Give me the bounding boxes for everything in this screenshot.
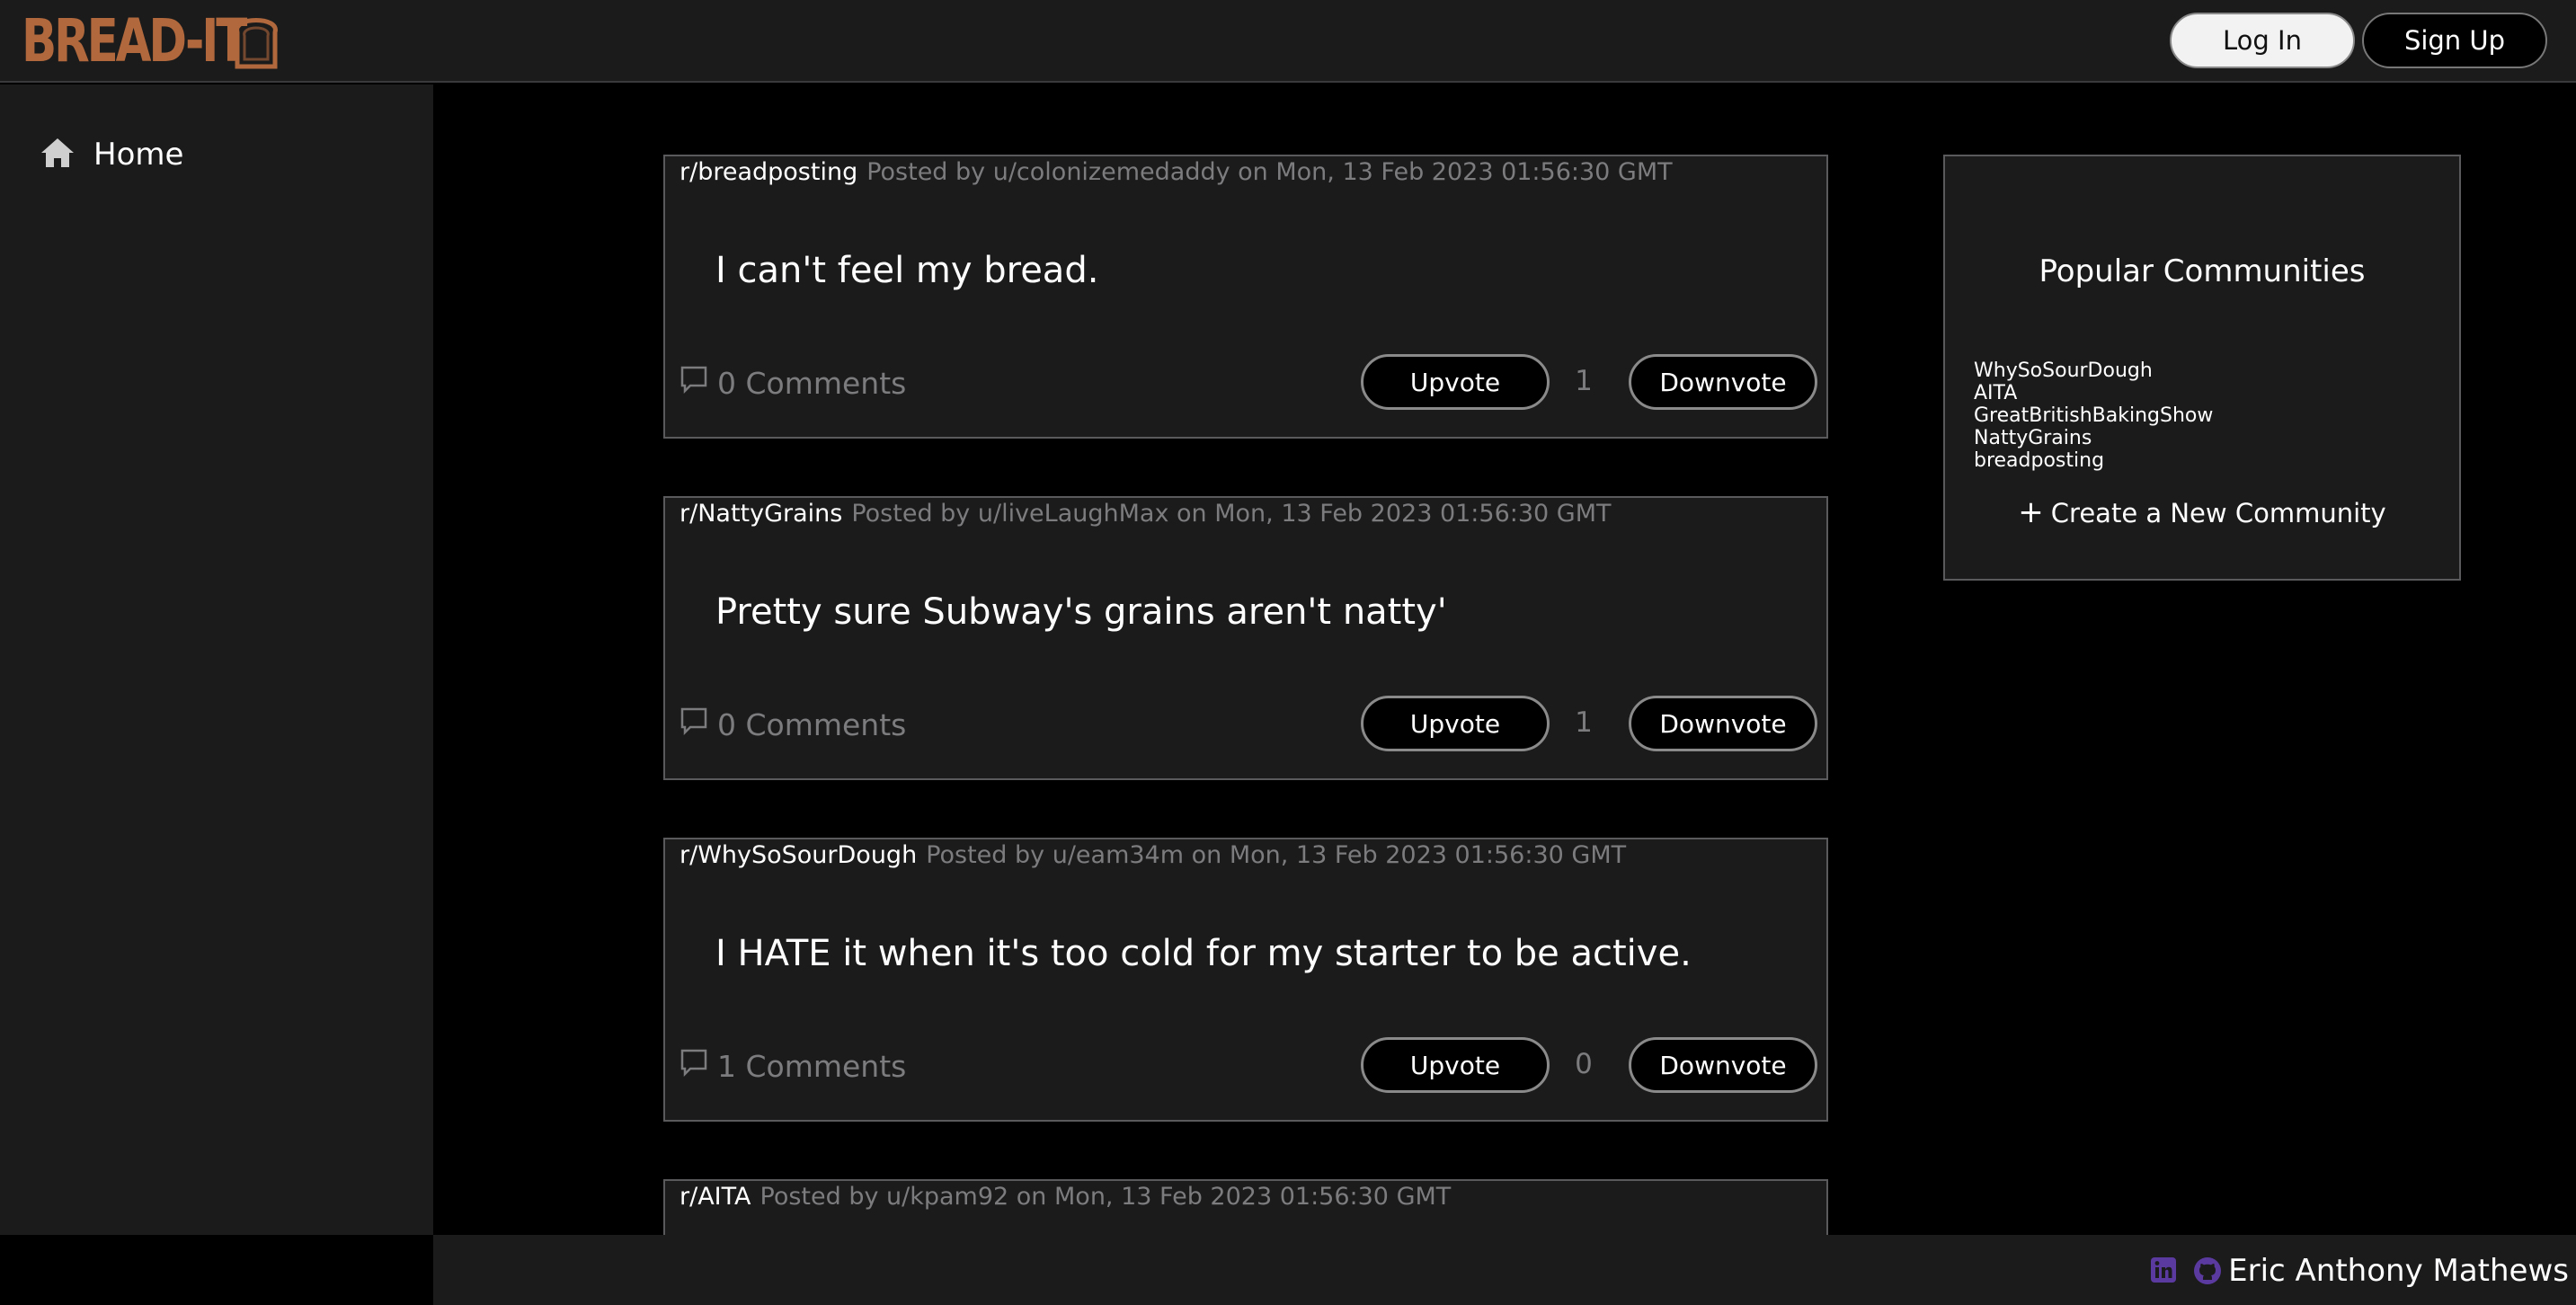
comments-count: 1 Comments [717,1048,907,1084]
post-title[interactable]: I can't feel my bread. [715,250,1098,291]
post-byline: Posted by u/colonizemedaddy on Mon, 13 F… [866,158,1673,186]
post-card[interactable]: r/breadposting Posted by u/colonizemedadd… [663,155,1828,439]
comments-count: 0 Comments [717,365,907,401]
post-meta: r/AITA Posted by u/kpam92 on Mon, 13 Feb … [680,1183,1451,1211]
logo[interactable]: BREAD-IT [22,6,278,75]
create-community-button[interactable]: + Create a New Community [1945,494,2459,530]
post-card[interactable]: r/WhySoSourDough Posted by u/eam34m on Mo… [663,838,1828,1122]
comments-count: 0 Comments [717,706,907,742]
sidebar: Home [0,84,433,1235]
post-byline: Posted by u/liveLaughMax on Mon, 13 Feb … [851,500,1612,528]
post-meta: r/NattyGrains Posted by u/liveLaughMax on… [680,500,1612,528]
create-community-label: Create a New Community [2050,498,2386,528]
community-list: WhySoSourDough AITA GreatBritishBakingSh… [1974,360,2213,472]
sidebar-item-home[interactable]: Home [40,137,183,173]
signup-button[interactable]: Sign Up [2362,13,2547,68]
linkedin-icon[interactable] [2150,1256,2177,1289]
comments-link[interactable]: 1 Comments [680,1048,906,1084]
downvote-button[interactable]: Downvote [1629,354,1817,410]
comments-link[interactable]: 0 Comments [680,706,906,742]
github-icon[interactable] [2193,1256,2222,1289]
comment-icon [680,365,708,401]
post-card[interactable]: r/NattyGrains Posted by u/liveLaughMax on… [663,496,1828,780]
author-name: Eric Anthony Mathews [2228,1253,2569,1289]
community-link[interactable]: breadposting [1974,449,2213,472]
login-button[interactable]: Log In [2170,13,2355,68]
downvote-button[interactable]: Downvote [1629,1037,1817,1093]
plus-icon: + [2018,494,2044,530]
post-byline: Posted by u/eam34m on Mon, 13 Feb 2023 0… [926,841,1627,869]
subreddit-link[interactable]: r/breadposting [680,158,857,186]
upvote-button[interactable]: Upvote [1361,1037,1550,1093]
logo-text: BREAD-IT [22,6,247,75]
subreddit-link[interactable]: r/AITA [680,1183,751,1211]
vote-count: 0 [1575,1048,1593,1080]
post-meta: r/WhySoSourDough Posted by u/eam34m on Mo… [680,841,1626,869]
upvote-button[interactable]: Upvote [1361,354,1550,410]
downvote-button[interactable]: Downvote [1629,696,1817,751]
community-link[interactable]: AITA [1974,382,2213,404]
post-meta: r/breadposting Posted by u/colonizemedadd… [680,158,1673,186]
comments-link[interactable]: 0 Comments [680,365,906,401]
bread-slice-icon [230,13,282,74]
home-icon [40,137,76,173]
footer: Eric Anthony Mathews [433,1235,2576,1305]
comment-icon [680,1048,708,1084]
community-link[interactable]: GreatBritishBakingShow [1974,404,2213,427]
popular-communities-title: Popular Communities [2039,253,2366,289]
comment-icon [680,706,708,742]
post-title[interactable]: Pretty sure Subway's grains aren't natty… [715,591,1447,633]
subreddit-link[interactable]: r/NattyGrains [680,500,842,528]
post-card[interactable]: r/AITA Posted by u/kpam92 on Mon, 13 Feb … [663,1179,1828,1237]
subreddit-link[interactable]: r/WhySoSourDough [680,841,917,869]
vote-count: 1 [1575,706,1593,739]
community-link[interactable]: NattyGrains [1974,427,2213,449]
top-header: BREAD-IT Log In Sign Up [0,0,2576,83]
popular-communities-panel: Popular Communities WhySoSourDough AITA … [1943,155,2461,581]
vote-count: 1 [1575,365,1593,397]
sidebar-item-label: Home [93,137,184,173]
post-title[interactable]: I HATE it when it's too cold for my star… [715,933,1692,974]
upvote-button[interactable]: Upvote [1361,696,1550,751]
post-byline: Posted by u/kpam92 on Mon, 13 Feb 2023 0… [759,1183,1452,1211]
community-link[interactable]: WhySoSourDough [1974,360,2213,382]
footer-icons [2150,1256,2222,1289]
